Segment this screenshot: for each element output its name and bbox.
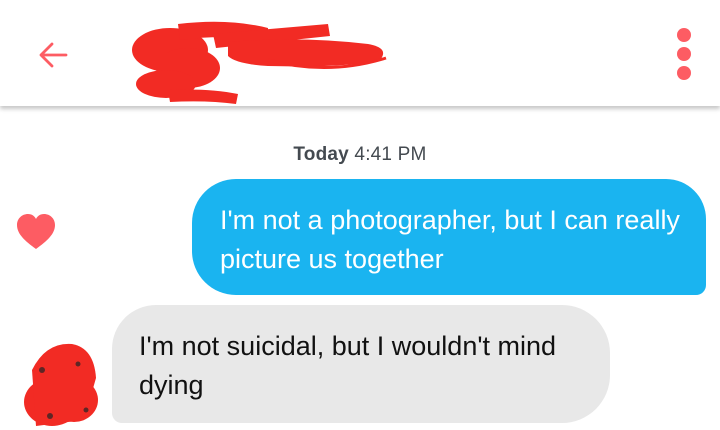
menu-dot [677, 28, 691, 42]
sent-message-text: I'm not a photographer, but I can really… [220, 205, 680, 274]
redacted-name-scribble [132, 21, 387, 104]
sent-message-bubble[interactable]: I'm not a photographer, but I can really… [192, 179, 706, 295]
menu-dot [677, 47, 691, 61]
menu-dot [677, 66, 691, 80]
received-message-text: I'm not suicidal, but I wouldn't mind dy… [139, 331, 557, 400]
back-button[interactable] [30, 32, 76, 78]
more-options-button[interactable] [664, 26, 704, 82]
like-message-button[interactable] [14, 210, 58, 254]
timestamp-time: 4:41 PM [354, 144, 427, 165]
arrow-left-icon [39, 42, 68, 68]
chat-header [0, 0, 720, 106]
redacted-avatar-scribble [24, 343, 98, 426]
received-message-bubble[interactable]: I'm not suicidal, but I wouldn't mind dy… [112, 305, 610, 423]
heart-icon [17, 214, 55, 249]
message-timestamp: Today 4:41 PM [0, 144, 720, 166]
timestamp-day: Today [293, 144, 349, 165]
